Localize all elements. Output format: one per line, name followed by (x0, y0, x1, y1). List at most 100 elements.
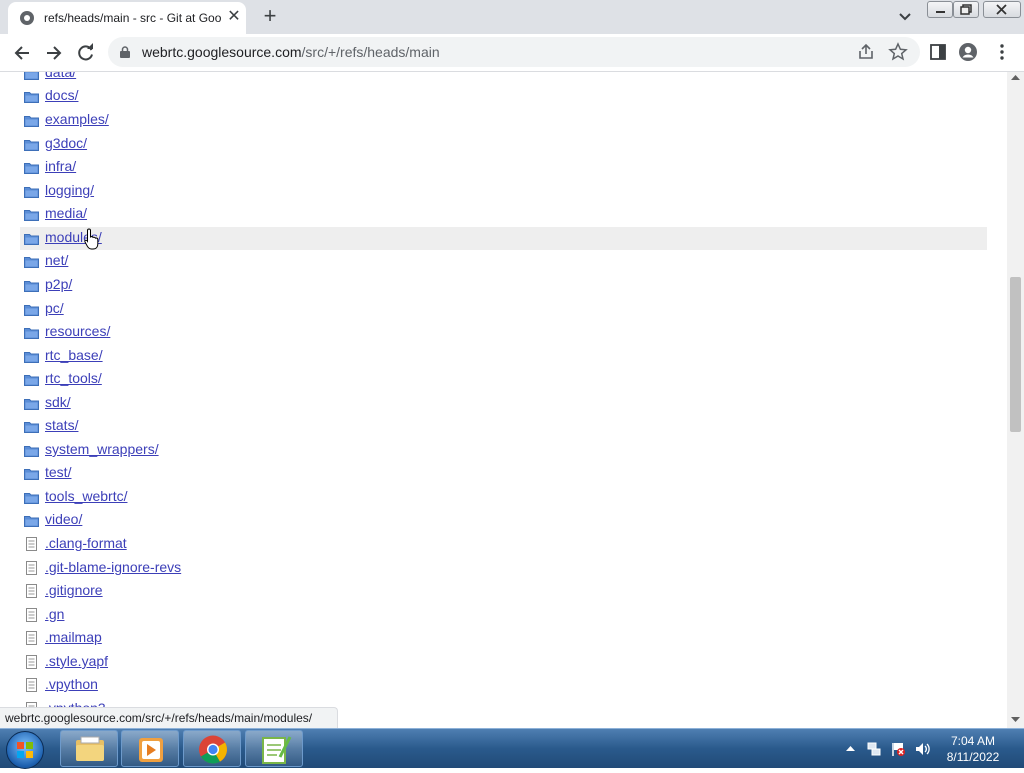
start-button[interactable] (6, 731, 44, 769)
folder-row[interactable]: resources/ (0, 321, 990, 344)
scroll-thumb[interactable] (1010, 277, 1021, 432)
folder-icon (24, 208, 39, 221)
restore-button[interactable] (953, 1, 979, 18)
folder-row[interactable]: system_wrappers/ (0, 439, 990, 462)
file-row[interactable]: .clang-format (0, 533, 990, 556)
folder-link[interactable]: logging/ (45, 182, 94, 198)
folder-row[interactable]: docs/ (0, 85, 990, 108)
taskbar-notepad-plus-plus[interactable] (245, 730, 303, 767)
folder-row[interactable]: tools_webrtc/ (0, 486, 990, 509)
back-arrow-icon[interactable] (8, 39, 36, 67)
action-center-flag-icon[interactable] (890, 741, 906, 757)
url-text[interactable]: webrtc.googlesource.com/src/+/refs/heads… (142, 44, 440, 60)
more-menu-icon[interactable] (992, 42, 1012, 62)
show-hidden-icons-icon[interactable] (846, 745, 855, 752)
folder-row[interactable]: examples/ (0, 109, 990, 132)
taskbar-media-player[interactable] (121, 730, 179, 767)
folder-link[interactable]: sdk/ (45, 394, 71, 410)
scrollbar[interactable] (1007, 72, 1024, 728)
folder-icon (24, 303, 39, 316)
file-row[interactable]: .gitignore (0, 580, 990, 603)
file-link[interactable]: .clang-format (45, 535, 127, 551)
folder-link[interactable]: pc/ (45, 300, 64, 316)
folder-link[interactable]: rtc_tools/ (45, 370, 102, 386)
forward-arrow-icon[interactable] (40, 39, 68, 67)
minimize-button[interactable] (927, 1, 953, 18)
folder-link[interactable]: examples/ (45, 111, 109, 127)
folder-link[interactable]: video/ (45, 511, 82, 527)
tab-close-icon[interactable]: ✕ (226, 8, 242, 26)
folder-row[interactable]: sdk/ (0, 392, 990, 415)
tab-strip: refs/heads/main - src - Git at Goo ✕ + (0, 0, 1024, 34)
folder-row[interactable]: stats/ (0, 415, 990, 438)
folder-icon (24, 444, 39, 457)
scroll-down-arrow-icon[interactable] (1011, 716, 1020, 723)
volume-icon[interactable] (914, 741, 930, 757)
file-row[interactable]: .style.yapf (0, 651, 990, 674)
folder-icon (24, 255, 39, 268)
file-link[interactable]: .gn (45, 606, 64, 622)
folder-link[interactable]: tools_webrtc/ (45, 488, 127, 504)
folder-row[interactable]: net/ (0, 250, 990, 273)
clock-date[interactable]: 8/11/2022 (940, 750, 1006, 764)
tab-active[interactable]: refs/heads/main - src - Git at Goo ✕ (8, 2, 246, 34)
side-panel-icon[interactable] (928, 42, 948, 62)
new-tab-button[interactable]: + (258, 4, 282, 28)
taskbar-chrome[interactable] (183, 730, 241, 767)
folder-row[interactable]: test/ (0, 462, 990, 485)
folder-row[interactable]: data/ (0, 72, 990, 85)
folder-icon (24, 90, 39, 103)
windows-taskbar: 7:04 AM 8/11/2022 (0, 728, 1024, 769)
close-window-button[interactable] (983, 1, 1021, 18)
file-row[interactable]: .gn (0, 604, 990, 627)
file-icon (24, 608, 39, 622)
file-link[interactable]: .mailmap (45, 629, 102, 645)
taskbar-file-explorer[interactable] (60, 730, 118, 767)
folder-icon (24, 326, 39, 339)
browser-window: refs/heads/main - src - Git at Goo ✕ + w… (0, 0, 1024, 728)
folder-row[interactable]: video/ (0, 509, 990, 532)
folder-row[interactable]: pc/ (0, 298, 990, 321)
tab-search-chevron-icon[interactable] (896, 8, 914, 26)
folder-row[interactable]: logging/ (0, 180, 990, 203)
media-player-icon (139, 738, 163, 762)
file-row[interactable]: .vpython (0, 674, 990, 697)
file-link[interactable]: .vpython (45, 676, 98, 692)
file-link[interactable]: .gitignore (45, 582, 103, 598)
bookmark-star-icon[interactable] (888, 42, 908, 62)
folder-link[interactable]: infra/ (45, 158, 76, 174)
scroll-up-arrow-icon[interactable] (1011, 74, 1020, 81)
share-icon[interactable] (856, 42, 876, 62)
folder-link[interactable]: resources/ (45, 323, 110, 339)
folder-link[interactable]: p2p/ (45, 276, 72, 292)
folder-row[interactable]: rtc_tools/ (0, 368, 990, 391)
folder-icon (24, 279, 39, 292)
folder-link[interactable]: data/ (45, 72, 76, 80)
file-link[interactable]: .style.yapf (45, 653, 108, 669)
network-icon[interactable] (866, 741, 882, 757)
chrome-icon (199, 735, 227, 764)
profile-avatar-icon[interactable] (958, 42, 978, 62)
folder-link[interactable]: stats/ (45, 417, 78, 433)
folder-row[interactable]: p2p/ (0, 274, 990, 297)
lock-icon[interactable] (120, 46, 130, 58)
folder-row[interactable]: infra/ (0, 156, 990, 179)
file-link[interactable]: .git-blame-ignore-revs (45, 559, 181, 575)
folder-row[interactable]: rtc_base/ (0, 345, 990, 368)
file-row[interactable]: .git-blame-ignore-revs (0, 557, 990, 580)
folder-link[interactable]: test/ (45, 464, 71, 480)
folder-row[interactable]: g3doc/ (0, 133, 990, 156)
address-bar[interactable]: webrtc.googlesource.com/src/+/refs/heads… (108, 37, 920, 67)
reload-icon[interactable] (72, 39, 100, 67)
folder-link[interactable]: docs/ (45, 87, 78, 103)
folder-row[interactable]: modules/ (20, 227, 987, 250)
folder-icon (24, 350, 39, 363)
folder-link[interactable]: g3doc/ (45, 135, 87, 151)
folder-link[interactable]: net/ (45, 252, 68, 268)
folder-row[interactable]: media/ (0, 203, 990, 226)
folder-link[interactable]: media/ (45, 205, 87, 221)
clock-time[interactable]: 7:04 AM (940, 734, 1006, 748)
folder-link[interactable]: system_wrappers/ (45, 441, 159, 457)
folder-link[interactable]: rtc_base/ (45, 347, 103, 363)
file-row[interactable]: .mailmap (0, 627, 990, 650)
